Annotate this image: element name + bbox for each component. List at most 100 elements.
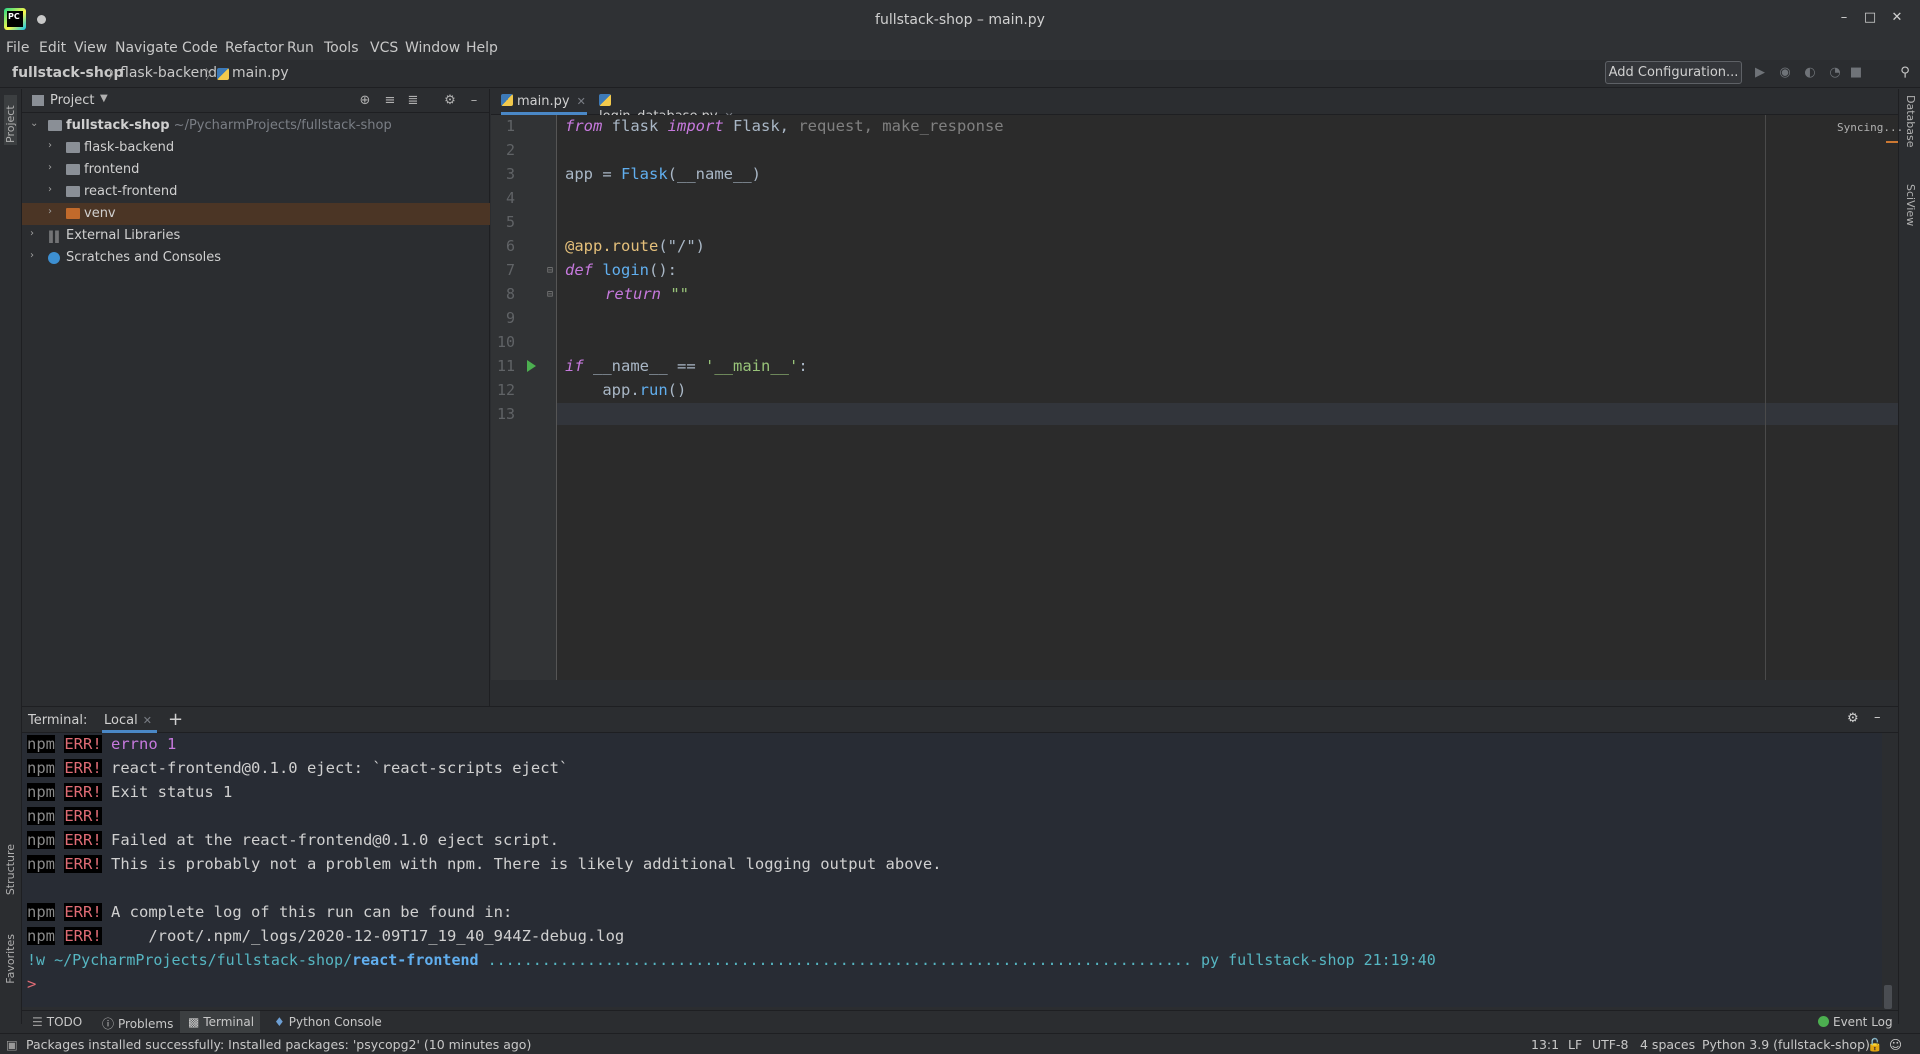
menu-code[interactable]: Code (182, 40, 218, 56)
tab-problems[interactable]: ⓘ Problems (102, 1011, 173, 1033)
tree-item-fullstack-shop[interactable]: ⌄ fullstack-shop ~/PycharmProjects/fulls… (22, 115, 490, 137)
caret-position[interactable]: 13:1 (1531, 1037, 1559, 1052)
add-configuration-button[interactable]: Add Configuration... (1605, 61, 1742, 84)
terminal-line: npm ERR! /root/.npm/_logs/2020-12-09T17_… (27, 927, 625, 945)
menu-window[interactable]: Window (405, 40, 460, 56)
database-tool-button[interactable]: Database (1904, 95, 1917, 148)
close-tab-icon[interactable]: ✕ (577, 95, 586, 108)
menu-refactor[interactable]: Refactor (225, 40, 284, 56)
terminal-scrollbar[interactable] (1884, 985, 1892, 1009)
menu-edit[interactable]: Edit (39, 40, 66, 56)
hide-panel-icon[interactable]: – (1874, 710, 1881, 725)
indent-setting[interactable]: 4 spaces (1640, 1037, 1695, 1052)
hide-panel-icon[interactable]: – (466, 93, 482, 109)
excluded-folder-icon (66, 208, 80, 219)
tool-window-bar: ☰ TODO ⓘ Problems ▩ Terminal ♦ Python Consol… (22, 1010, 1898, 1033)
chevron-right-icon[interactable]: › (48, 206, 52, 217)
tab-todo[interactable]: ☰ TODO (32, 1011, 92, 1033)
event-log-button[interactable]: Event Log (1818, 1011, 1896, 1033)
tree-item-flask-backend[interactable]: › flask-backend (22, 137, 490, 159)
inspector-icon[interactable]: ☺ (1889, 1037, 1902, 1052)
editor-tab-bar: main.py ✕ login_database.py✕ (491, 89, 1898, 124)
terminal-line: npm ERR! Exit status 1 (27, 783, 233, 801)
terminal-output[interactable]: npm ERR! errno 1 npm ERR! react-frontend… (22, 733, 1882, 1007)
status-bar: ▣ Packages installed successfully: Insta… (0, 1033, 1920, 1054)
menu-run[interactable]: Run (287, 40, 314, 56)
python-interpreter[interactable]: Python 3.9 (fullstack-shop) (1702, 1037, 1870, 1052)
lock-icon[interactable]: 🔓 (1867, 1037, 1883, 1053)
sciview-tool-button[interactable]: SciView (1904, 184, 1917, 226)
favorites-tool-button[interactable]: Favorites (4, 934, 17, 984)
error-stripe-marker[interactable] (1886, 141, 1898, 143)
debug-icon[interactable]: ◉ (1777, 65, 1793, 81)
tab-local[interactable]: Local ✕ (102, 707, 157, 733)
breadcrumb-project[interactable]: fullstack-shop (12, 65, 124, 81)
tree-item-external-libraries[interactable]: › ‖‖ External Libraries (22, 225, 490, 247)
gear-icon[interactable]: ⚙ (1847, 711, 1859, 726)
chevron-right-icon[interactable]: › (48, 184, 52, 195)
tab-terminal[interactable]: ▩ Terminal (180, 1011, 260, 1033)
current-line-highlight (557, 403, 1898, 425)
locate-icon[interactable]: ⊕ (357, 93, 373, 109)
chevron-right-icon[interactable]: › (48, 162, 52, 173)
fold-icon[interactable]: ⊟ (547, 265, 553, 276)
terminal-panel: Terminal: Local ✕ + ⚙ – npm ERR! errno 1 … (22, 706, 1898, 1009)
project-tool-button[interactable]: Project (4, 95, 17, 145)
right-margin-guide (1765, 115, 1766, 680)
python-file-icon (217, 68, 229, 80)
menu-vcs[interactable]: VCS (370, 40, 398, 56)
library-icon: ‖‖ (48, 229, 60, 243)
collapse-all-icon[interactable]: ≣ (405, 93, 421, 109)
tree-item-react-frontend[interactable]: › react-frontend (22, 181, 490, 203)
menu-view[interactable]: View (74, 40, 107, 56)
expand-all-icon[interactable]: ≡ (382, 93, 398, 109)
structure-tool-button[interactable]: Structure (4, 844, 17, 895)
search-icon[interactable]: ⚲ (1897, 65, 1913, 81)
line-number: 4 (505, 189, 515, 207)
tree-item-label: fullstack-shop (66, 118, 170, 133)
new-tab-button[interactable]: + (168, 709, 183, 730)
breadcrumb-file[interactable]: main.py (232, 65, 289, 81)
tree-item-venv[interactable]: › venv (22, 203, 490, 225)
chevron-down-icon[interactable]: ▼ (100, 93, 108, 104)
close-button[interactable]: ✕ (1887, 10, 1907, 26)
fold-icon[interactable]: ⊟ (547, 289, 553, 300)
folder-icon (48, 120, 62, 131)
maximize-button[interactable]: □ (1860, 10, 1880, 26)
project-panel: Project ▼ ⊕ ≡ ≣ ⚙ – ⌄ fullstack-shop ~/P… (22, 89, 490, 706)
chevron-right-icon[interactable]: › (30, 228, 34, 239)
project-panel-header: Project ▼ ⊕ ≡ ≣ ⚙ – (22, 89, 490, 113)
run-icon[interactable]: ▶ (1752, 65, 1768, 81)
syncing-status: Syncing... (1837, 121, 1904, 134)
tab-python-console[interactable]: ♦ Python Console (274, 1011, 384, 1033)
gear-icon[interactable]: ⚙ (442, 93, 458, 109)
menu-navigate[interactable]: Navigate (115, 40, 178, 56)
tab-login-database-py[interactable]: login_database.py✕ (599, 89, 749, 124)
breadcrumb-folder[interactable]: flask-backend (120, 65, 217, 81)
tree-item-frontend[interactable]: › frontend (22, 159, 490, 181)
run-gutter-icon[interactable] (527, 360, 536, 372)
layout-icon[interactable]: ▣ (6, 1037, 18, 1052)
menu-help[interactable]: Help (466, 40, 498, 56)
menu-file[interactable]: File (6, 40, 29, 56)
line-separator[interactable]: LF (1568, 1037, 1582, 1052)
terminal-line: npm ERR! (27, 807, 102, 825)
minimize-button[interactable]: – (1834, 10, 1854, 26)
project-view-selector[interactable]: Project (50, 93, 94, 108)
close-tab-icon[interactable]: ✕ (143, 714, 152, 727)
profile-icon[interactable]: ◔ (1827, 65, 1843, 81)
python-icon: ♦ (274, 1015, 285, 1029)
stop-icon[interactable]: ■ (1848, 65, 1864, 81)
terminal-line: npm ERR! Failed at the react-frontend@0.… (27, 831, 559, 849)
menu-tools[interactable]: Tools (324, 40, 359, 56)
notification-icon (1818, 1016, 1829, 1027)
chevron-right-icon[interactable]: › (30, 250, 34, 261)
file-encoding[interactable]: UTF-8 (1592, 1037, 1628, 1052)
code-editor[interactable]: 1 2 3 4 5 6 7 8 9 10 11 12 13 ⊟ ⊟ from f… (491, 115, 1903, 680)
coverage-icon[interactable]: ◐ (1802, 65, 1818, 81)
tree-item-scratches[interactable]: › Scratches and Consoles (22, 247, 490, 269)
tab-main-py[interactable]: main.py ✕ (501, 89, 587, 115)
chevron-right-icon[interactable]: › (48, 140, 52, 151)
status-message[interactable]: Packages installed successfully: Install… (26, 1037, 531, 1052)
chevron-down-icon[interactable]: ⌄ (30, 118, 38, 129)
